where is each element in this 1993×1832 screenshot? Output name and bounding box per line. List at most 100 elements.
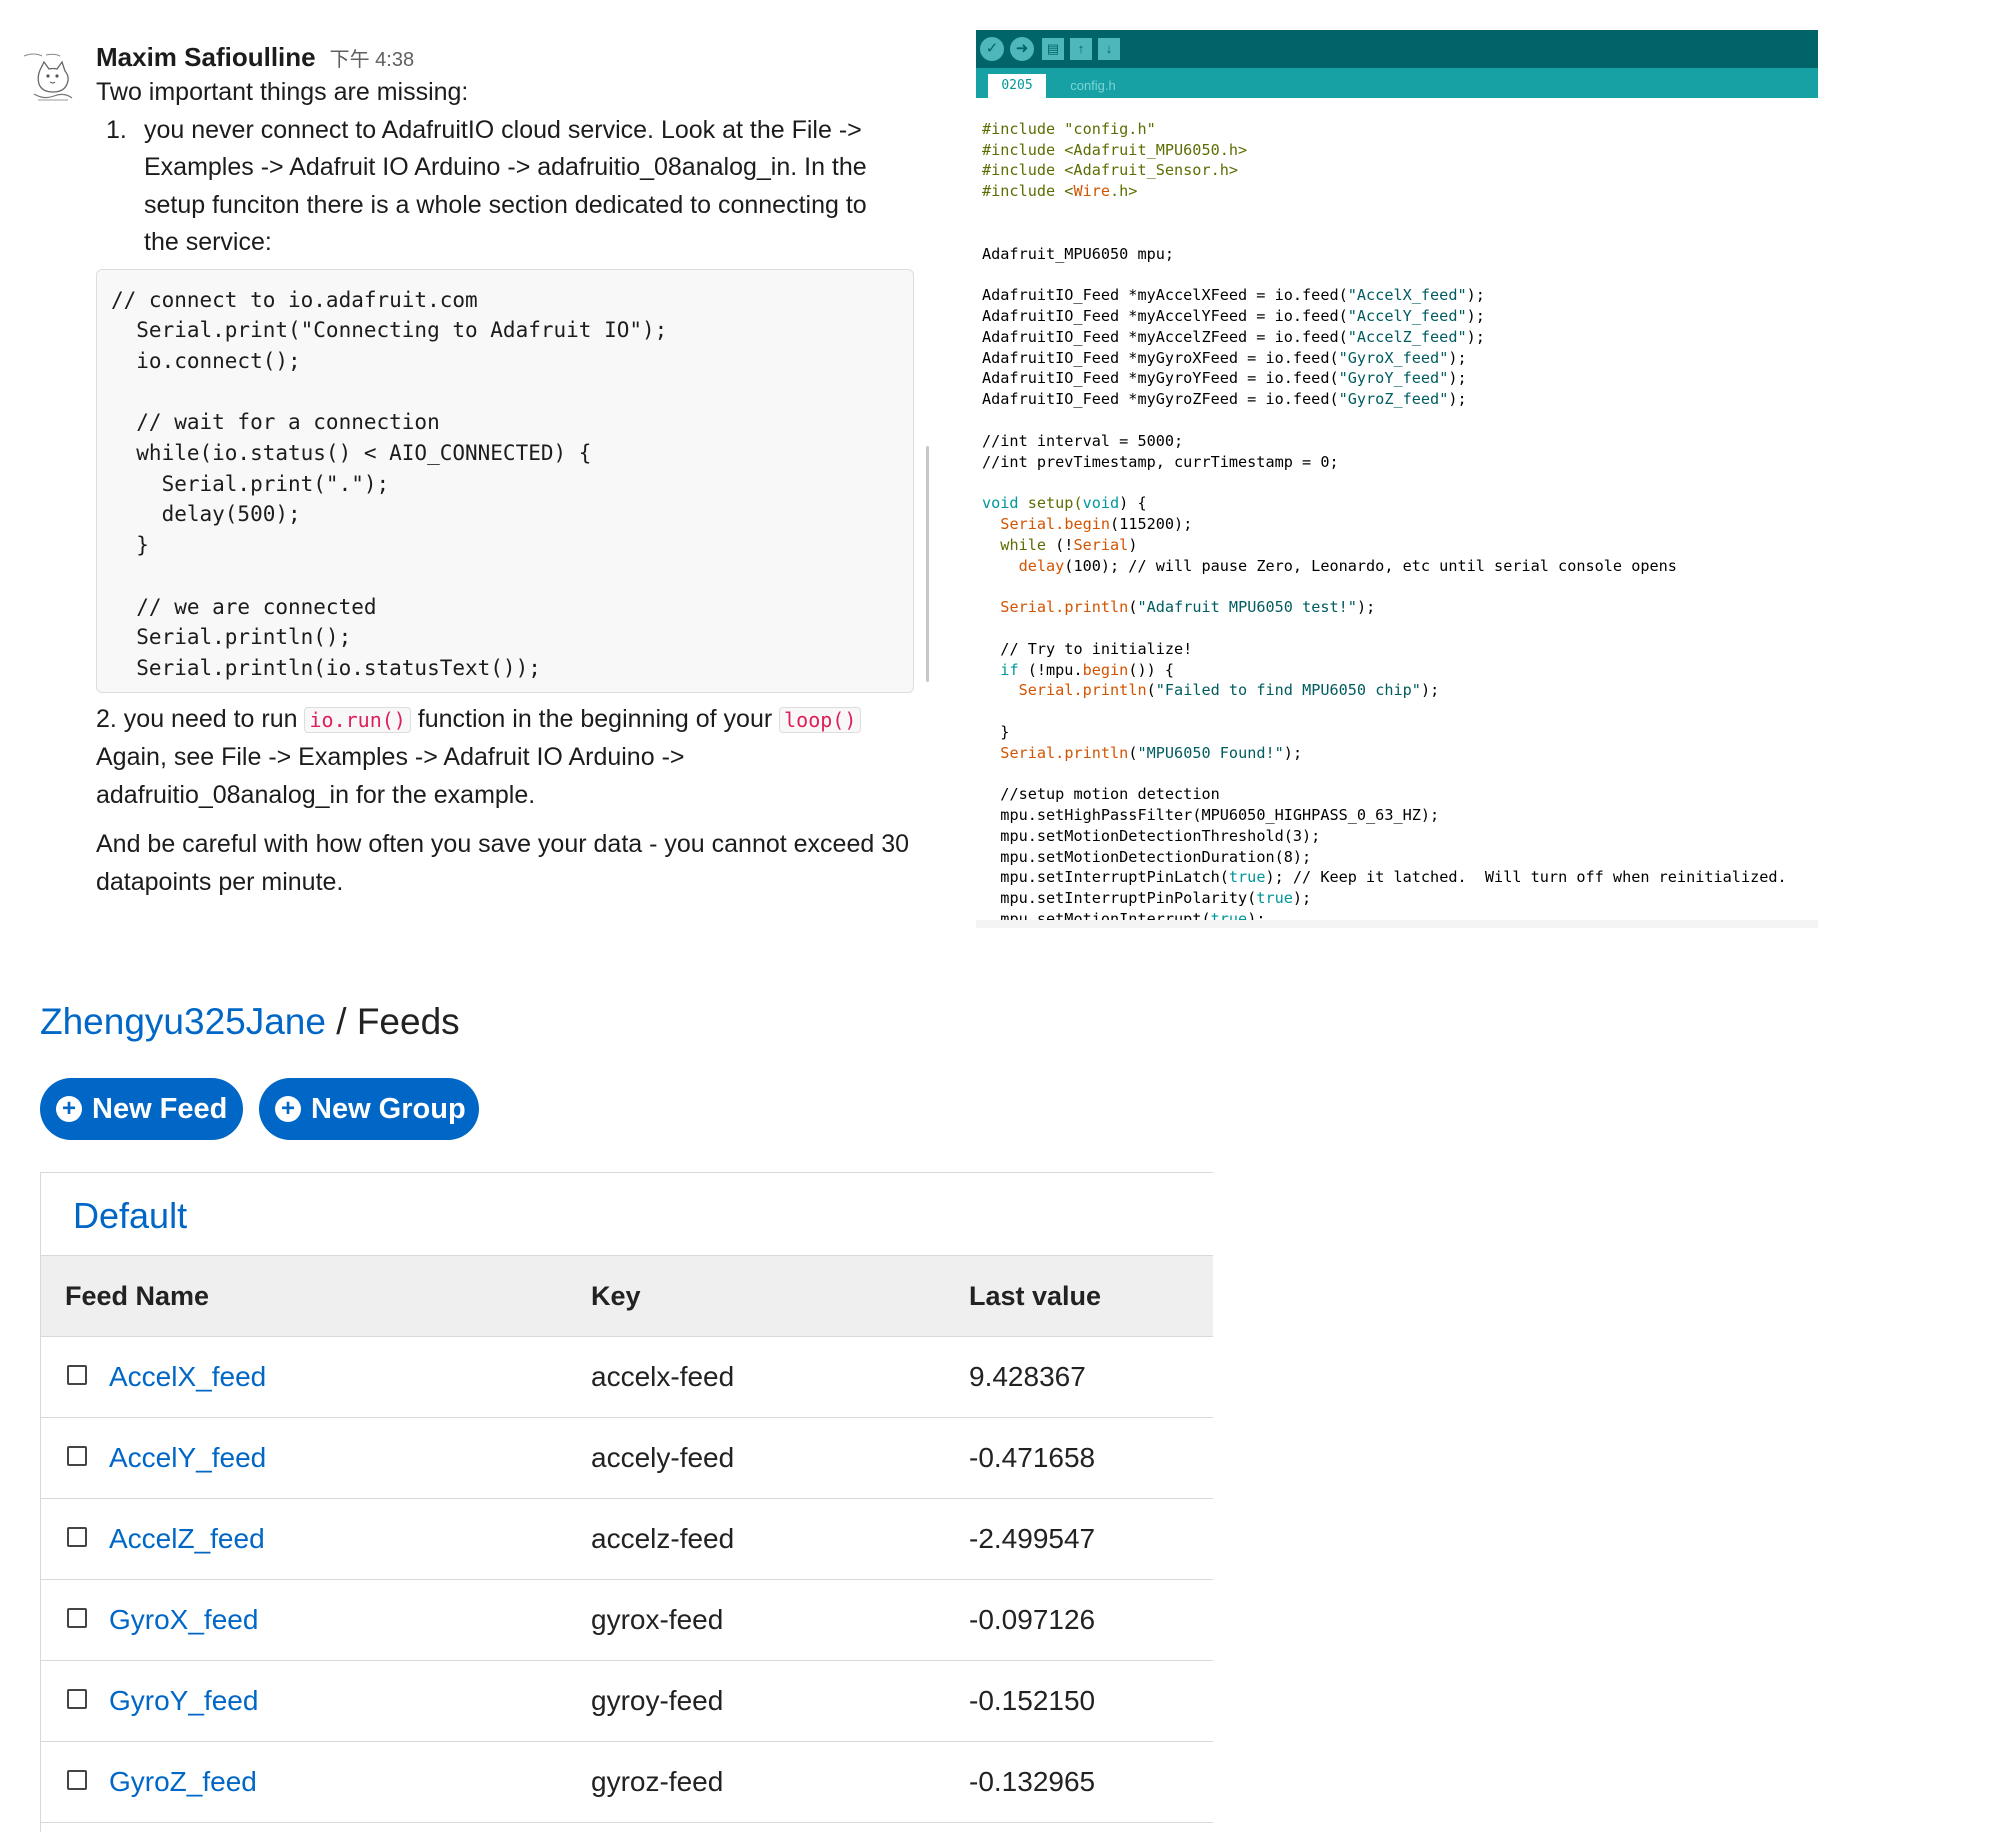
table-row: AccelY_feed accely-feed -0.471658 <box>41 1418 1213 1499</box>
plus-circle-icon: + <box>56 1096 82 1122</box>
table-row: AccelZ_feed accelz-feed -2.499547 <box>41 1499 1213 1580</box>
code-token: //setup motion detection <box>1000 785 1220 804</box>
code-token: ); <box>1292 889 1312 908</box>
code-token: (100); // will pause Zero, Leonardo, etc… <box>1064 556 1677 575</box>
code-token: ); <box>1448 369 1467 388</box>
row-checkbox[interactable] <box>67 1527 87 1547</box>
row-checkbox[interactable] <box>67 1608 87 1628</box>
feed-group-card: Default Feed Name Key Last value AccelX_… <box>40 1172 1213 1832</box>
new-feed-label: New Feed <box>92 1093 228 1125</box>
column-header-last-value[interactable]: Last value <box>969 1256 1101 1336</box>
code-token: "AccelZ_feed" <box>1347 327 1467 346</box>
ide-status-strip <box>976 920 1818 928</box>
save-icon[interactable]: ↓ <box>1098 38 1120 60</box>
code-token: delay <box>1018 556 1065 575</box>
row-checkbox[interactable] <box>67 1689 87 1709</box>
upload-icon[interactable]: ➜ <box>1010 37 1034 61</box>
feed-name-link[interactable]: GyroZ_feed <box>109 1742 257 1822</box>
code-line: Adafruit_MPU6050 mpu; <box>982 244 1175 263</box>
list-item-1: 1. you never connect to AdafruitIO cloud… <box>106 112 926 262</box>
code-token: while <box>1000 535 1047 554</box>
avatar[interactable] <box>20 50 82 106</box>
code-line: delay(100); // will pause Zero, Leonardo… <box>982 556 1818 577</box>
code-token: "AccelX_feed" <box>1347 286 1467 305</box>
feed-key: accely-feed <box>591 1442 735 1473</box>
code-line: mpu.setMotionDetectionDuration(8); <box>982 847 1818 868</box>
breadcrumb-user-link[interactable]: Zhengyu325Jane <box>40 1001 326 1042</box>
item2-mid: function in the beginning of your <box>410 704 780 733</box>
code-token: "GyroX_feed" <box>1338 348 1449 367</box>
code-line: //int prevTimestamp, currTimestamp = 0; <box>982 452 1339 471</box>
scrollbar[interactable] <box>926 446 929 682</box>
table-row: GyroX_feed gyrox-feed -0.097126 <box>41 1580 1213 1661</box>
ide-tab-bar: 0205 config.h <box>976 68 1818 98</box>
code-token: AdafruitIO_Feed *myGyroZFeed = io.feed( <box>982 390 1339 409</box>
code-token: mpu.setMotionDetectionThreshold(3); <box>1000 826 1321 845</box>
feed-last-value: -0.097126 <box>969 1604 1096 1635</box>
group-title-link[interactable]: Default <box>73 1193 187 1239</box>
feed-name-link[interactable]: GyroY_feed <box>109 1661 258 1741</box>
breadcrumb: Zhengyu325Jane / Feeds <box>40 998 460 1046</box>
code-token: Serial <box>1000 743 1056 762</box>
code-line: //setup motion detection <box>982 784 1818 805</box>
feed-key: gyrox-feed <box>591 1604 724 1635</box>
new-feed-button[interactable]: + New Feed <box>40 1078 243 1140</box>
code-token: Serial <box>1018 681 1074 700</box>
tab-config-h[interactable]: config.h <box>1056 74 1130 98</box>
feed-name-link[interactable]: AccelY_feed <box>109 1418 266 1498</box>
feed-last-value: 9.428367 <box>969 1361 1086 1392</box>
open-icon[interactable]: ↑ <box>1070 38 1092 60</box>
feed-name-link[interactable]: AccelX_feed <box>109 1337 266 1417</box>
code-token: true <box>1256 889 1293 908</box>
code-token: (115200); <box>1110 514 1193 533</box>
new-group-button[interactable]: + New Group <box>259 1078 479 1140</box>
code-token: AdafruitIO_Feed *myAccelXFeed = io.feed( <box>982 286 1348 305</box>
message-timestamp[interactable]: 下午 4:38 <box>330 43 414 72</box>
code-line: AdafruitIO_Feed *myGyroYFeed = io.feed("… <box>982 368 1818 389</box>
feed-key: accelx-feed <box>591 1361 735 1392</box>
verify-icon[interactable]: ✓ <box>980 37 1004 61</box>
code-token: void <box>982 494 1019 513</box>
row-checkbox[interactable] <box>67 1446 87 1466</box>
feed-name-link[interactable]: GyroX_feed <box>109 1580 258 1660</box>
code-line: while (!Serial) <box>982 535 1818 556</box>
page-title: Feeds <box>356 1001 460 1042</box>
code-token: true <box>1228 868 1266 887</box>
column-header-feed-name[interactable]: Feed Name <box>65 1256 209 1336</box>
message-closing: And be careful with how often you save y… <box>96 830 910 896</box>
list-text: you never connect to AdafruitIO cloud se… <box>144 115 867 257</box>
code-token: "GyroY_feed" <box>1338 369 1449 388</box>
table-row: GyroY_feed gyroy-feed -0.152150 <box>41 1661 1213 1742</box>
code-token: AdafruitIO_Feed *myAccelZFeed = io.feed( <box>982 327 1348 346</box>
code-token: void <box>1082 494 1120 513</box>
column-header-key[interactable]: Key <box>591 1256 641 1336</box>
row-checkbox[interactable] <box>67 1365 87 1385</box>
feed-name-link[interactable]: AccelZ_feed <box>109 1499 265 1579</box>
code-line: mpu.setInterruptPinLatch(true); // Keep … <box>982 867 1818 888</box>
table-header: Feed Name Key Last value <box>41 1255 1213 1337</box>
code-line: Serial.begin(115200); <box>982 514 1818 535</box>
code-block: // connect to io.adafruit.com Serial.pri… <box>96 268 914 693</box>
inline-code-io-run: io.run() <box>304 706 411 733</box>
feed-last-value: -2.499547 <box>969 1523 1096 1554</box>
new-group-label: New Group <box>311 1093 466 1125</box>
code-line: AdafruitIO_Feed *myGyroXFeed = io.feed("… <box>982 348 1818 369</box>
code-token: Serial <box>1000 598 1056 617</box>
code-line: Serial.println("Adafruit MPU6050 test!")… <box>982 597 1818 618</box>
tab-0205[interactable]: 0205 <box>988 74 1046 98</box>
breadcrumb-separator: / <box>325 1001 357 1042</box>
row-checkbox[interactable] <box>67 1770 87 1790</box>
code-token: ); <box>1466 327 1485 346</box>
inline-code-loop: loop() <box>779 706 862 733</box>
sender-name[interactable]: Maxim Safioulline <box>96 42 316 73</box>
message-intro: Two important things are missing: <box>96 78 469 106</box>
code-token: setup( <box>1018 494 1083 513</box>
ide-code-editor[interactable]: #include "config.h" #include <Adafruit_MP… <box>982 98 1818 928</box>
avatar-cat-sketch-icon <box>23 53 73 101</box>
new-icon[interactable]: ▤ <box>1042 38 1064 60</box>
code-line: #include <Wire.h> <box>982 181 1818 202</box>
